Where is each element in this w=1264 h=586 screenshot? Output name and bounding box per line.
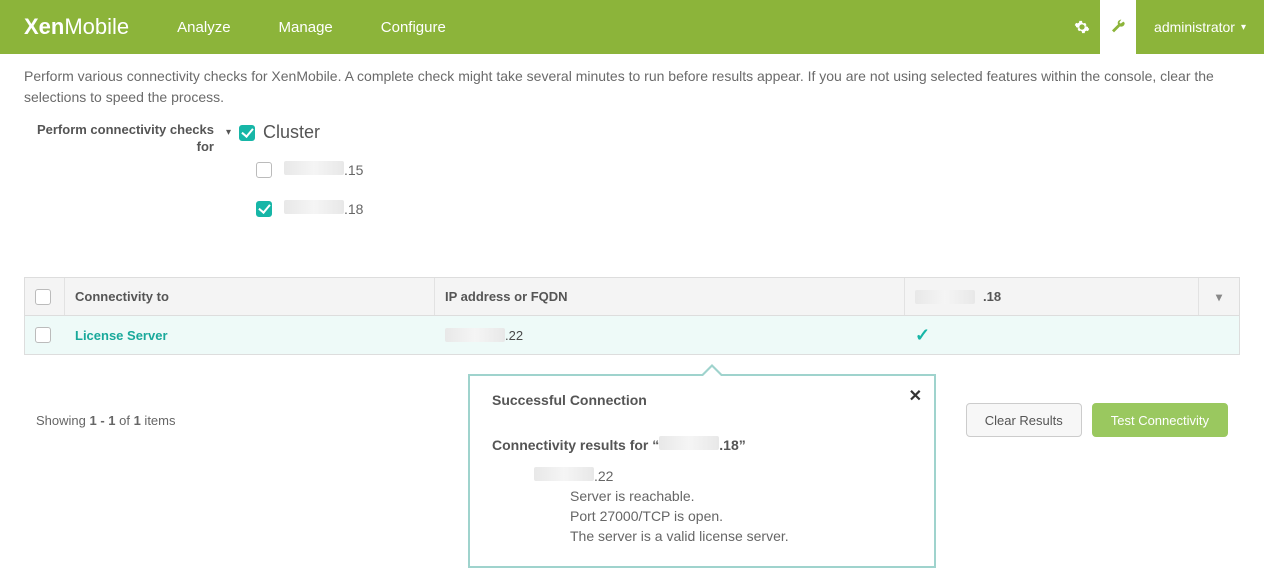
node-row-2[interactable]: .18: [256, 200, 363, 217]
gear-icon[interactable]: [1064, 0, 1100, 54]
header-select-all[interactable]: [25, 278, 65, 315]
popover-ip: .22: [534, 467, 912, 484]
row-trailing: [1199, 316, 1239, 354]
top-bar: XenMobile Analyze Manage Configure admin…: [0, 0, 1264, 54]
popover-line-2: Port 27000/TCP is open.: [570, 508, 912, 524]
user-name: administrator: [1154, 19, 1235, 35]
brand-logo: XenMobile: [0, 14, 153, 40]
redacted: [534, 467, 594, 481]
caret-down-icon: ▾: [226, 127, 231, 138]
row-ip: .22: [435, 316, 905, 354]
close-icon[interactable]: ✕: [909, 386, 922, 406]
pagination-status: Showing 1 - 1 of 1 items: [36, 413, 175, 428]
header-node-dropdown[interactable]: .18: [905, 278, 1199, 315]
node-2-checkbox[interactable]: [256, 201, 272, 217]
wrench-icon[interactable]: [1100, 0, 1136, 54]
check-icon: ✓: [915, 325, 930, 346]
row-select[interactable]: [25, 316, 65, 354]
header-dropdown-arrow[interactable]: ▾: [1199, 278, 1239, 315]
checks-section: Perform connectivity checks for ▾ Cluste…: [24, 122, 1240, 217]
cluster-checkbox[interactable]: [239, 125, 255, 141]
node-2-label: .18: [284, 200, 363, 217]
header-ip-fqdn[interactable]: IP address or FQDN: [435, 278, 905, 315]
chevron-down-icon: ▾: [1241, 22, 1246, 33]
table-header: Connectivity to IP address or FQDN .18 ▾: [25, 278, 1239, 316]
redacted: [659, 436, 719, 450]
popover-line-1: Server is reachable.: [570, 488, 912, 504]
main-nav: Analyze Manage Configure: [177, 19, 446, 36]
checks-label: Perform connectivity checks for: [24, 122, 214, 156]
row-name[interactable]: License Server: [65, 316, 435, 354]
brand-part2: Mobile: [64, 14, 129, 39]
redacted: [915, 290, 975, 304]
results-table: Connectivity to IP address or FQDN .18 ▾…: [24, 277, 1240, 355]
node-list: .15 .18: [256, 161, 363, 217]
test-connectivity-button[interactable]: Test Connectivity: [1092, 403, 1228, 437]
nav-manage[interactable]: Manage: [279, 19, 333, 36]
popover-body: .22 Server is reachable. Port 27000/TCP …: [492, 467, 912, 544]
row-status[interactable]: ✓: [905, 316, 1199, 354]
nav-configure[interactable]: Configure: [381, 19, 446, 36]
select-all-checkbox[interactable]: [35, 289, 51, 305]
cluster-tree: ▾ Cluster .15 .18: [226, 122, 363, 217]
result-popover: ✕ Successful Connection Connectivity res…: [468, 374, 936, 568]
brand-part1: Xen: [24, 14, 64, 39]
nav-analyze[interactable]: Analyze: [177, 19, 230, 36]
node-row-1[interactable]: .15: [256, 161, 363, 178]
popover-line-3: The server is a valid license server.: [570, 528, 912, 544]
cluster-row[interactable]: ▾ Cluster: [226, 122, 363, 143]
header-connectivity-to[interactable]: Connectivity to: [65, 278, 435, 315]
node-1-checkbox[interactable]: [256, 162, 272, 178]
chevron-down-icon: ▾: [1216, 290, 1222, 304]
table-row[interactable]: License Server .22 ✓: [25, 316, 1239, 354]
footer-buttons: Clear Results Test Connectivity: [966, 403, 1228, 437]
redacted: [284, 161, 344, 175]
user-menu[interactable]: administrator ▾: [1136, 19, 1264, 35]
redacted: [445, 328, 505, 342]
popover-title: Successful Connection: [492, 392, 912, 408]
popover-subtitle: Connectivity results for “.18”: [492, 436, 912, 453]
page-description: Perform various connectivity checks for …: [24, 66, 1240, 108]
cluster-label: Cluster: [263, 122, 320, 143]
clear-results-button[interactable]: Clear Results: [966, 403, 1082, 437]
topbar-right: administrator ▾: [1064, 0, 1264, 54]
row-checkbox[interactable]: [35, 327, 51, 343]
node-1-label: .15: [284, 161, 363, 178]
redacted: [284, 200, 344, 214]
